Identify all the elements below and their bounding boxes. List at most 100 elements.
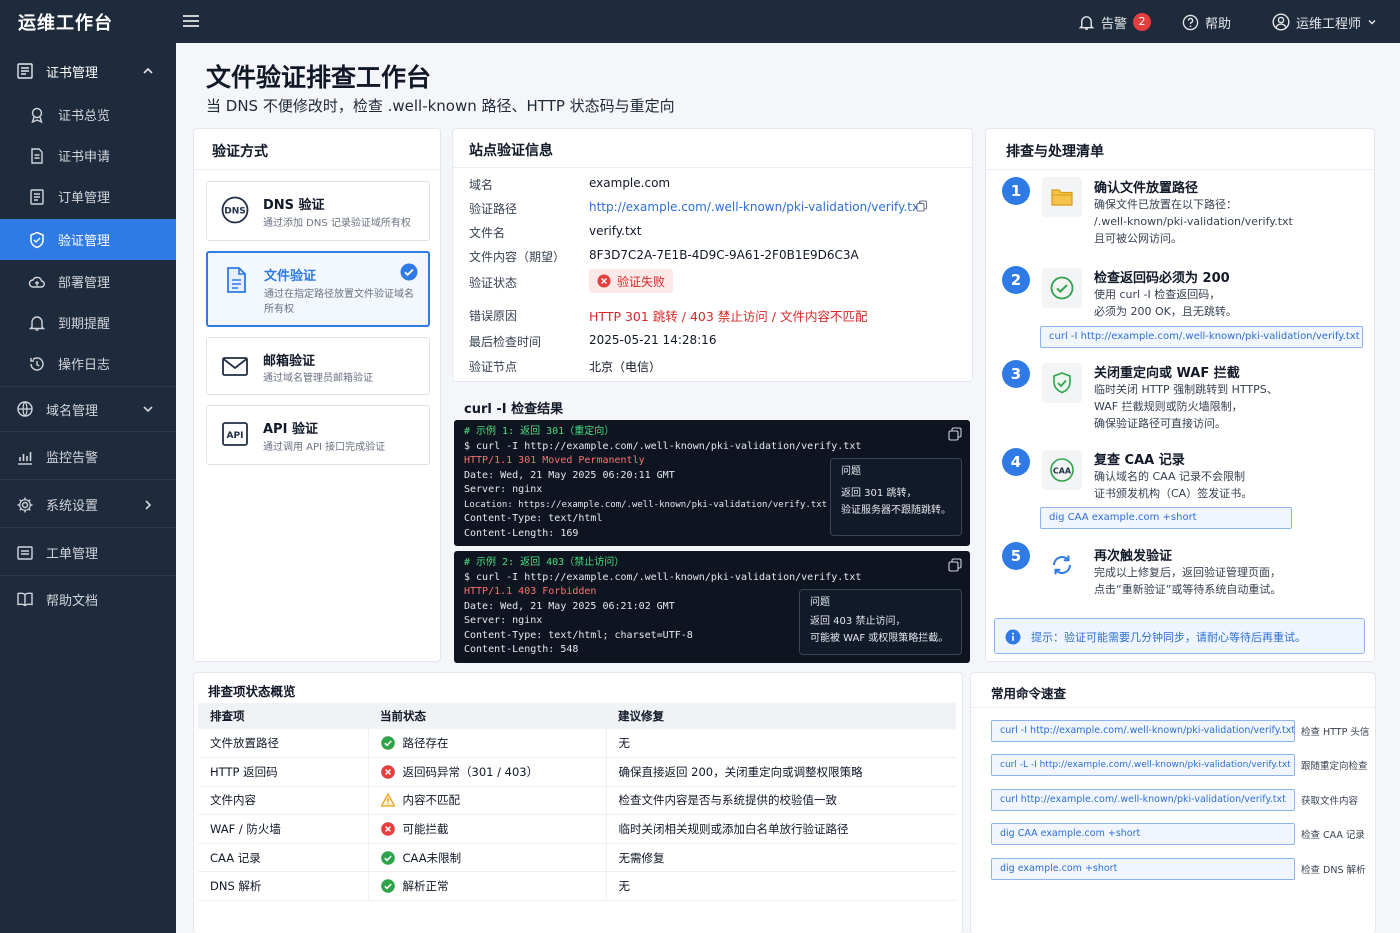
- certificate-icon: [17, 63, 33, 79]
- method-dns[interactable]: DNS DNS 验证 通过添加 DNS 记录验证域所有权: [206, 181, 430, 241]
- sidebar-item-label: 证书总览: [58, 109, 111, 124]
- check-status: 解析正常: [368, 871, 607, 902]
- troubleshooting-checklist-panel: 排查与处理清单 1 确认文件放置路径 确保文件已放置在以下路径：/.well-k…: [985, 128, 1375, 662]
- field-label: 域名: [469, 178, 494, 192]
- suggested-fix: 无: [606, 871, 956, 902]
- dns-icon: DNS: [221, 196, 249, 224]
- success-icon: [380, 850, 395, 865]
- sidebar-item-logs[interactable]: 操作日志: [0, 343, 176, 384]
- sidebar-group-docs[interactable]: 帮助文档: [0, 576, 176, 622]
- check-item: 文件放置路径: [198, 729, 369, 759]
- step-number: 1: [1002, 177, 1030, 205]
- step-title: 确认文件放置路径: [1094, 181, 1199, 196]
- svg-text:CAA: CAA: [1053, 466, 1072, 475]
- sidebar-group-tickets[interactable]: 工单管理: [0, 530, 176, 576]
- top-bar: 运维工作台 告警 2 帮助 运维工程师: [0, 0, 1400, 43]
- error-icon: [380, 822, 395, 836]
- validation-status-badge: 验证失败: [589, 269, 674, 293]
- chevron-right-icon: [145, 499, 152, 510]
- help-label: 帮助: [1205, 16, 1232, 32]
- sidebar-item-cert-apply[interactable]: 证书申请: [0, 135, 176, 176]
- book-icon: [17, 592, 33, 607]
- field-label: 文件名: [469, 226, 506, 240]
- refresh-icon: [1042, 545, 1082, 585]
- suggested-fix: 确保直接返回 200，关闭重定向或调整权限策略: [606, 757, 956, 787]
- command-snippet[interactable]: curl http://example.com/.well-known/pki-…: [991, 789, 1295, 811]
- sidebar-item-label: 操作日志: [58, 358, 111, 373]
- document-edit-icon: [31, 147, 43, 164]
- sidebar-item-cert-overview[interactable]: 证书总览: [0, 94, 176, 135]
- help-button[interactable]: 帮助: [1182, 12, 1231, 32]
- user-menu[interactable]: 运维工程师: [1272, 12, 1377, 32]
- field-label: 最后检查时间: [469, 335, 542, 349]
- panel-title: 验证方式: [212, 144, 268, 160]
- sidebar-item-orders[interactable]: 订单管理: [0, 176, 176, 217]
- sidebar-group-settings[interactable]: 系统设置: [0, 482, 176, 528]
- sidebar-group-monitoring[interactable]: 监控告警: [0, 434, 176, 480]
- field-label: 验证状态: [469, 276, 518, 290]
- last-check-time-value: 2025-05-21 14:28:16: [589, 333, 717, 347]
- command-snippet[interactable]: dig CAA example.com +short: [991, 823, 1295, 845]
- svg-text:DNS: DNS: [224, 207, 246, 217]
- sidebar-group-certificates[interactable]: 证书管理: [0, 48, 176, 94]
- sidebar-item-expiry[interactable]: 到期提醒: [0, 302, 176, 343]
- status-text: 验证失败: [617, 274, 666, 289]
- bell-icon: [1078, 15, 1095, 30]
- panel-title: 排查与处理清单: [1006, 144, 1104, 160]
- chevron-down-icon: [1368, 20, 1376, 25]
- method-api[interactable]: API API 验证 通过调用 API 接口完成验证: [206, 405, 430, 465]
- step-desc: 确认域名的 CAA 记录不会限制 证书颁发机构（CA）签发证书。: [1094, 470, 1253, 500]
- terminal-example-2: # 示例 2: 返回 403（禁止访问） $ curl -I http://exa…: [454, 551, 970, 663]
- page-title: 文件验证排查工作台: [206, 63, 432, 92]
- alerts-button[interactable]: 告警 2: [1078, 12, 1152, 32]
- sidebar-item-validation[interactable]: 验证管理: [0, 219, 176, 260]
- api-icon: API: [222, 422, 248, 446]
- command-snippet[interactable]: curl -I http://example.com/.well-known/p…: [991, 720, 1295, 742]
- menu-toggle-icon[interactable]: [182, 13, 200, 29]
- copy-icon[interactable]: [948, 558, 962, 572]
- method-desc: 通过在指定路径放置文件验证域名所有权: [264, 289, 414, 315]
- sidebar-item-deploy[interactable]: 部署管理: [0, 261, 176, 302]
- cloud-upload-icon: [28, 276, 45, 288]
- ticket-icon: [17, 545, 33, 560]
- selected-check-icon: [400, 263, 418, 281]
- history-icon: [30, 356, 44, 371]
- command-snippet[interactable]: curl -I http://example.com/.well-known/p…: [1040, 326, 1363, 348]
- note-line: 返回 403 禁止访问，: [810, 616, 906, 627]
- terminal-example-1: # 示例 1: 返回 301（重定向） $ curl -I http://exam…: [454, 420, 970, 546]
- method-file[interactable]: 文件验证 通过在指定路径放置文件验证域名所有权: [206, 251, 430, 327]
- terminal-command: $ curl -I http://example.com/.well-known…: [464, 571, 862, 583]
- warning-icon: [380, 793, 395, 808]
- svg-text:API: API: [227, 431, 244, 441]
- terminal-comment: # 示例 1: 返回 301（重定向）: [464, 426, 615, 437]
- check-item: WAF / 防火墙: [198, 814, 369, 844]
- suggested-fix: 无: [606, 729, 956, 759]
- step-desc: 临时关闭 HTTP 强制跳转到 HTTPS、 WAF 拦截规则或防火墙限制， 确保验…: [1094, 383, 1278, 430]
- copy-icon[interactable]: [948, 427, 962, 441]
- step-title: 再次触发验证: [1094, 549, 1173, 564]
- column-header: 当前状态: [368, 703, 606, 729]
- sidebar-item-label: 订单管理: [58, 191, 111, 206]
- method-title: API 验证: [263, 422, 318, 437]
- terminal-command: $ curl -I http://example.com/.well-known…: [464, 440, 862, 452]
- method-email[interactable]: 邮箱验证 通过域名管理员邮箱验证: [206, 337, 430, 395]
- step-desc: 确保文件已放置在以下路径：/.well-known/pki-validation…: [1094, 198, 1293, 245]
- command-snippet[interactable]: dig CAA example.com +short: [1040, 507, 1292, 529]
- note-line: 验证服务器不跟随跳转。: [841, 505, 951, 516]
- status-table: 排查项 当前状态 建议修复 文件放置路径 路径存在 无 HTTP 返回码 返回码…: [198, 703, 956, 902]
- step-number: 4: [1002, 448, 1030, 476]
- command-snippet[interactable]: dig example.com +short: [991, 858, 1295, 880]
- sidebar-group-domains[interactable]: 域名管理: [0, 386, 176, 432]
- command-description: 跟随重定向检查: [1301, 761, 1368, 772]
- copy-icon[interactable]: [916, 200, 928, 212]
- validation-path-link[interactable]: http://example.com/.well-known/pki-valid…: [589, 200, 924, 214]
- sidebar-group-label: 证书管理: [46, 65, 99, 81]
- sidebar-item-label: 部署管理: [58, 276, 111, 291]
- step-number: 3: [1002, 360, 1030, 388]
- panel-title: 常用命令速查: [991, 686, 1067, 701]
- command-snippet[interactable]: curl -L -I http://example.com/.well-know…: [991, 754, 1295, 776]
- table-row: DNS 解析 解析正常 无: [198, 871, 956, 902]
- method-desc: 通过调用 API 接口完成验证: [263, 442, 386, 453]
- command-description: 检查 HTTP 头信: [1301, 727, 1370, 738]
- domain-value: example.com: [589, 176, 671, 190]
